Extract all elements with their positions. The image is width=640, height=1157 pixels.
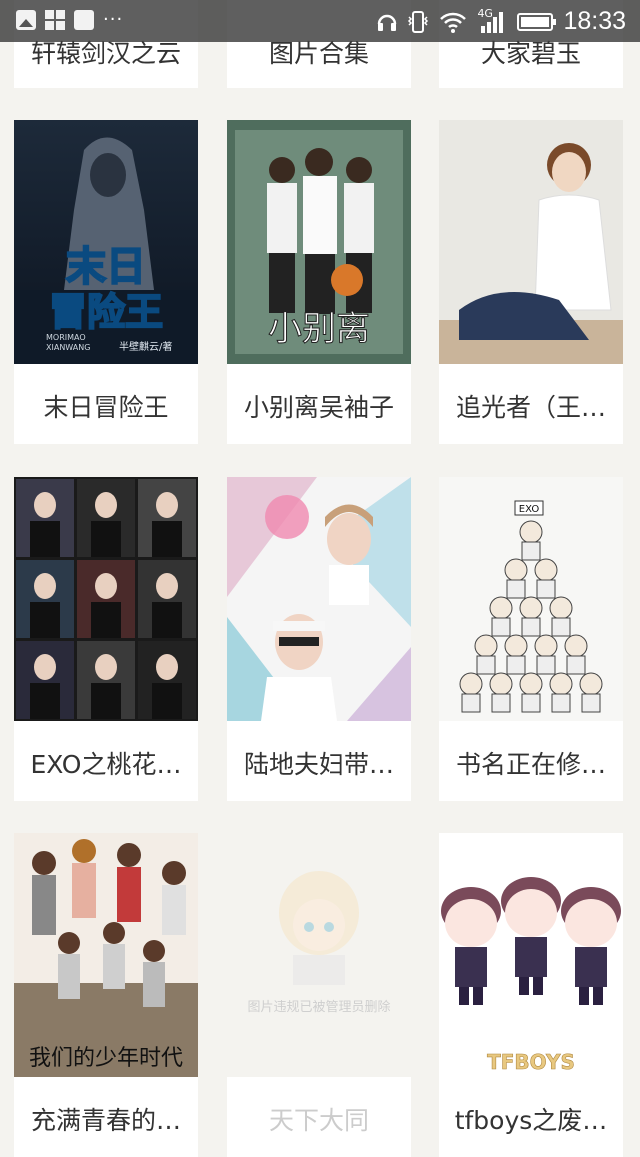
svg-text:小别离: 小别离 <box>268 309 370 349</box>
wifi-icon <box>439 11 467 33</box>
book-card[interactable]: EXO之桃花… <box>14 477 198 801</box>
book-title[interactable]: tfboys之废… <box>439 1101 623 1137</box>
book-card[interactable]: 小别离 小别离吴袖子 <box>227 120 411 444</box>
book-cover-image[interactable] <box>227 477 411 721</box>
book-cover-image[interactable]: 图片违规已被管理员删除 <box>227 833 411 1077</box>
book-cover-image[interactable] <box>14 477 198 721</box>
book-card[interactable]: 陆地夫妇带… <box>227 477 411 801</box>
book-cover-image[interactable]: 我们的少年时代 <box>14 833 198 1077</box>
book-title[interactable]: 天下大同 <box>227 1101 411 1137</box>
book-title[interactable]: 追光者（王… <box>439 388 623 424</box>
book-card[interactable]: EXO 书名正在修… <box>439 477 623 801</box>
svg-text:TFBOYS: TFBOYS <box>487 1050 575 1074</box>
more-indicator: ··· <box>103 9 124 30</box>
signal-icon: 4G <box>477 6 507 35</box>
book-title[interactable]: 书名正在修… <box>439 745 623 781</box>
book-title[interactable]: 充满青春的… <box>14 1101 198 1137</box>
battery-icon <box>517 12 557 31</box>
svg-text:EXO: EXO <box>519 504 540 515</box>
book-title[interactable]: 小别离吴袖子 <box>227 388 411 424</box>
svg-text:半壁麒云/著: 半壁麒云/著 <box>119 340 172 353</box>
book-title[interactable]: 末日冒险王 <box>14 388 198 424</box>
book-title[interactable]: EXO之桃花… <box>14 745 198 781</box>
book-cover-image[interactable]: EXO <box>439 477 623 721</box>
svg-text:MORIMAO: MORIMAO <box>46 333 86 342</box>
notification-icon <box>74 10 94 30</box>
svg-text:末日: 末日 <box>66 244 146 290</box>
headphones-icon <box>377 11 397 33</box>
book-card[interactable]: 图片违规已被管理员删除天下大同 <box>227 833 411 1157</box>
book-card[interactable]: 末日 冒险王 MORIMAO XIANWANG 半壁麒云/著 末日冒险王 <box>14 120 198 444</box>
book-cover-image[interactable]: 末日 冒险王 MORIMAO XIANWANG 半壁麒云/著 <box>14 120 198 364</box>
book-cover-image[interactable] <box>439 120 623 364</box>
clock: 18:33 <box>563 7 626 35</box>
svg-text:我们的少年时代: 我们的少年时代 <box>29 1046 183 1071</box>
status-bar: ··· 4G 18:33 <box>0 0 640 42</box>
book-card[interactable]: 追光者（王… <box>439 120 623 444</box>
svg-text:冒险王: 冒险王 <box>49 290 163 334</box>
network-type-label: 4G <box>477 6 493 20</box>
book-card[interactable]: 我们的少年时代充满青春的… <box>14 833 198 1157</box>
book-card[interactable]: TFBOYS tfboys之废… <box>439 833 623 1157</box>
image-icon <box>16 10 36 30</box>
vibrate-icon <box>407 10 429 34</box>
svg-text:图片违规已被管理员删除: 图片违规已被管理员删除 <box>247 1000 390 1015</box>
svg-text:XIANWANG: XIANWANG <box>46 343 90 352</box>
book-cover-image[interactable]: 小别离 <box>227 120 411 364</box>
book-cover-image[interactable]: TFBOYS <box>439 833 623 1077</box>
tiles-icon <box>45 10 65 30</box>
book-title[interactable]: 陆地夫妇带… <box>227 745 411 781</box>
